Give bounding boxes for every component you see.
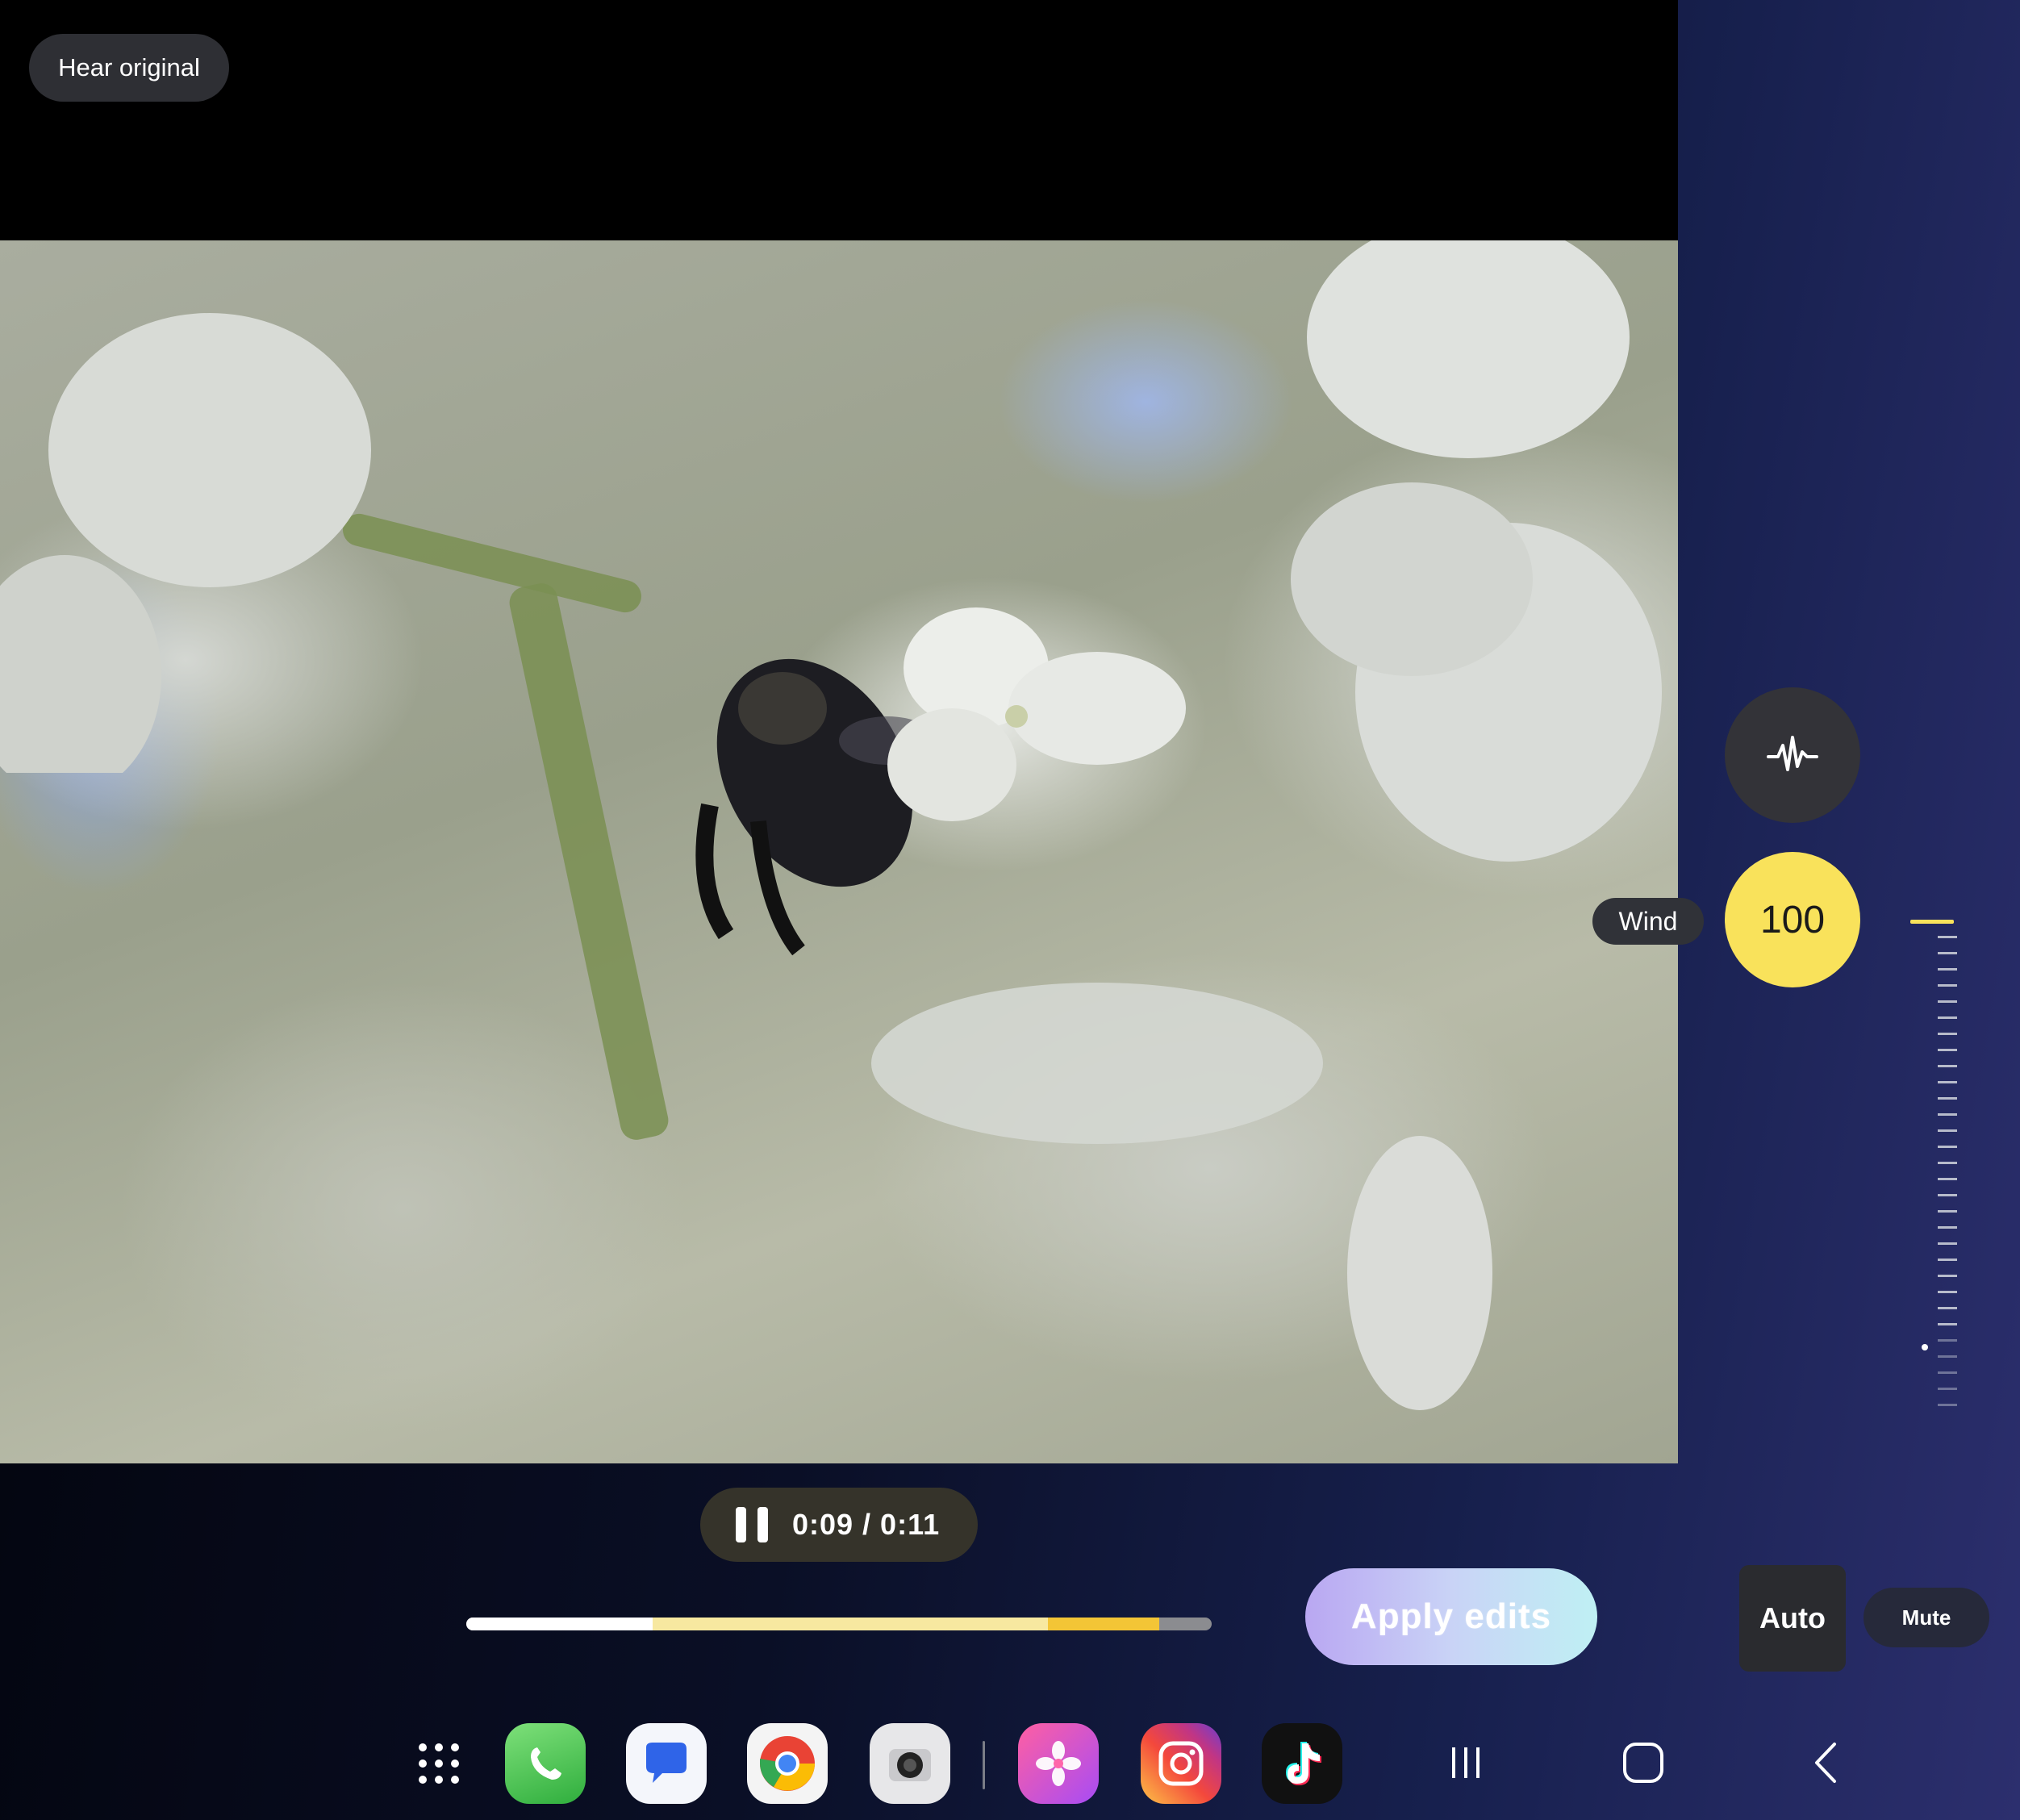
apply-edits-button[interactable]: Apply edits: [1305, 1568, 1597, 1665]
home-icon[interactable]: [1615, 1734, 1672, 1791]
pause-icon[interactable]: [736, 1507, 768, 1542]
timeline-played: [466, 1618, 668, 1630]
slider-tick: [1938, 1339, 1957, 1342]
slider-tick: [1938, 1162, 1957, 1164]
slider-tick: [1938, 1259, 1957, 1261]
slider-tick: [1938, 1194, 1957, 1196]
instagram-app-icon[interactable]: [1141, 1723, 1221, 1804]
slider-tick: [1938, 1210, 1957, 1213]
phone-app-icon[interactable]: [505, 1723, 586, 1804]
timeline-edit-segment: [1047, 1618, 1160, 1630]
flower-blossom: [887, 607, 1186, 821]
top-bar-background: [0, 0, 1678, 240]
app-drawer-icon[interactable]: [399, 1723, 479, 1804]
wind-level-value[interactable]: 100: [1725, 852, 1860, 987]
slider-tick: [1938, 1355, 1957, 1358]
waveform-icon: [1767, 736, 1818, 771]
slider-tick: [1938, 1388, 1957, 1390]
slider-tick: [1938, 1146, 1957, 1148]
slider-tick: [1938, 1033, 1957, 1035]
slider-tick: [1938, 1178, 1957, 1180]
slider-tick: [1938, 1275, 1957, 1277]
slider-tick: [1938, 1226, 1957, 1229]
slider-tick: [1938, 1016, 1957, 1019]
slider-tick: [1938, 1129, 1957, 1132]
slider-tick: [1938, 968, 1957, 971]
slider-tick: [1938, 1113, 1957, 1116]
wind-level-slider[interactable]: [1909, 920, 1957, 1436]
recents-icon[interactable]: [1438, 1734, 1494, 1791]
slider-tick: [1938, 1371, 1957, 1374]
timeline-edit-segment: [653, 1618, 1048, 1630]
gallery-app-icon[interactable]: [1018, 1723, 1099, 1804]
taskbar: [0, 1704, 2020, 1820]
slider-tick: [1938, 952, 1957, 954]
mute-button[interactable]: Mute: [1863, 1588, 1989, 1647]
back-icon[interactable]: [1797, 1734, 1854, 1791]
slider-tick: [1938, 1307, 1957, 1309]
timeline-scrubber[interactable]: [466, 1618, 1212, 1630]
video-preview[interactable]: [0, 240, 1678, 1463]
slider-tick: [1938, 1097, 1957, 1100]
tiktok-app-icon[interactable]: [1262, 1723, 1342, 1804]
slider-tick: [1938, 936, 1957, 938]
playback-time: 0:09 / 0:11: [792, 1508, 941, 1541]
slider-tick: [1938, 1291, 1957, 1293]
hear-original-button[interactable]: Hear original: [29, 34, 229, 102]
slider-tick: [1938, 1000, 1957, 1003]
slider-tick: [1938, 1242, 1957, 1245]
taskbar-divider: [983, 1741, 985, 1789]
slider-default-dot: [1922, 1344, 1928, 1350]
flower-blossom: [871, 983, 1492, 1410]
chrome-app-icon[interactable]: [747, 1723, 828, 1804]
slider-tick: [1938, 1065, 1957, 1067]
auto-button[interactable]: Auto: [1739, 1565, 1846, 1672]
flower-stem: [506, 580, 672, 1143]
flower-blossom: [1291, 240, 1662, 862]
slider-tick: [1938, 1404, 1957, 1406]
playback-control[interactable]: 0:09 / 0:11: [700, 1488, 978, 1562]
messages-app-icon[interactable]: [626, 1723, 707, 1804]
slider-current-mark: [1910, 920, 1954, 924]
slider-tick: [1938, 1049, 1957, 1051]
slider-tick: [1938, 984, 1957, 987]
slider-tick: [1938, 1323, 1957, 1325]
camera-app-icon[interactable]: [870, 1723, 950, 1804]
slider-tick: [1938, 1081, 1957, 1083]
wind-label: Wind: [1592, 898, 1704, 945]
flower-blossom: [0, 313, 371, 773]
audio-eraser-button[interactable]: [1725, 687, 1860, 823]
